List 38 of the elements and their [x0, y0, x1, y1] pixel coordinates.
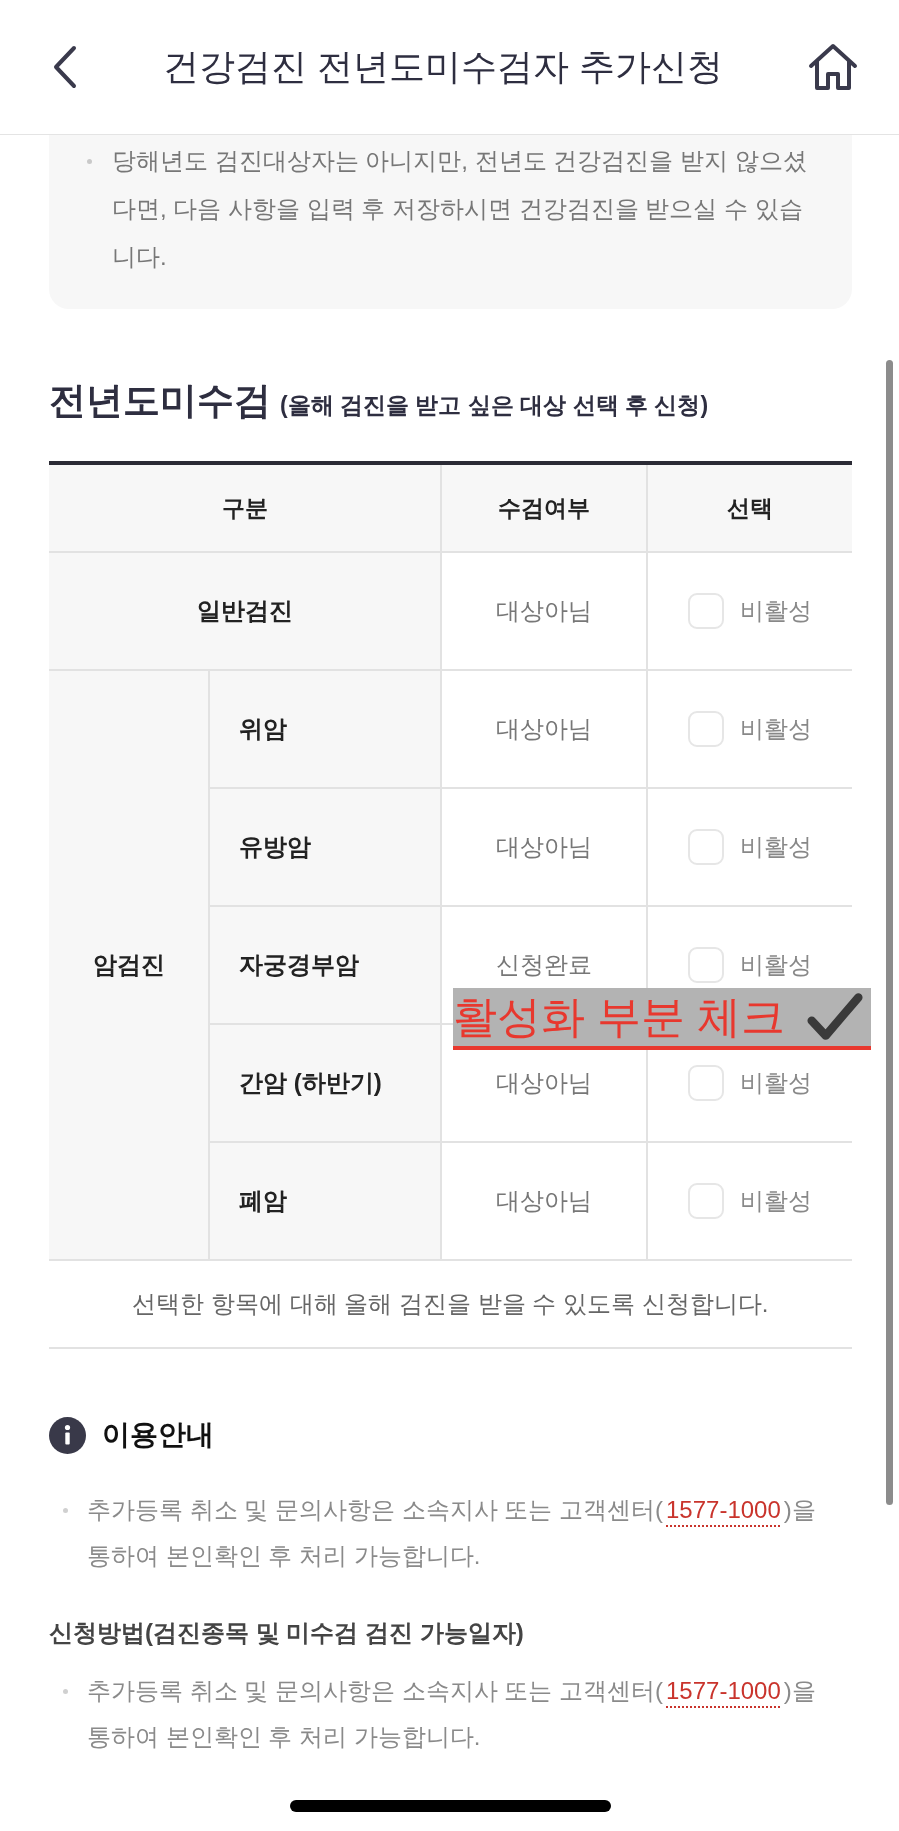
subcategory-cell: 폐암: [209, 1142, 441, 1260]
table-note: 선택한 항목에 대해 올해 검진을 받을 수 있도록 신청합니다.: [49, 1261, 852, 1349]
subcategory-cell: 자궁경부암: [209, 906, 441, 1024]
subcategory-cell: 간암 (하반기): [209, 1024, 441, 1142]
checkbox-label: 비활성: [740, 1068, 812, 1098]
column-header: 수검여부: [441, 463, 647, 552]
status-cell: 대상아님: [441, 552, 647, 670]
method-title: 신청방법(검진종목 및 미수검 검진 가능일자): [49, 1618, 525, 1648]
subcategory-cell: 위암: [209, 670, 441, 788]
phone-link[interactable]: 1577-1000: [663, 1677, 784, 1704]
checkbox-label: 비활성: [740, 832, 812, 862]
check-icon: [807, 992, 863, 1042]
back-icon[interactable]: [52, 45, 78, 89]
phone-link[interactable]: 1577-1000: [663, 1496, 784, 1523]
checkbox-label: 비활성: [740, 714, 812, 744]
home-icon[interactable]: [808, 43, 858, 91]
checkbox-label: 비활성: [740, 1186, 812, 1216]
subcategory-cell: 유방암: [209, 788, 441, 906]
bullet-icon: [87, 159, 92, 164]
info-title: 이용안내: [102, 1418, 214, 1452]
checkbox-label: 비활성: [740, 950, 812, 980]
category-cell: 암검진: [49, 670, 209, 1260]
category-cell: 일반검진: [49, 552, 441, 670]
section-title: 전년도미수검: [49, 379, 271, 423]
notice-text: 당해년도 검진대상자는 아니지만, 전년도 건강검진을 받지 않으셨다면, 다음 사항을 입력 후 저장하시면 건강검진을 받으실 수 있습니다.: [112, 146, 808, 272]
info-icon: [49, 1416, 86, 1454]
status-cell: 대상아님: [441, 788, 647, 906]
checkbox-label: 비활성: [740, 596, 812, 626]
info-text: 추가등록 취소 및 문의사항은 소속지사 또는 고객센터(1577-1000)을 통하여 본인확인 후 처리 가능합니다.: [87, 1495, 817, 1571]
bullet-icon: [63, 1508, 68, 1513]
status-cell: 대상아님: [441, 670, 647, 788]
column-header: 구분: [49, 463, 441, 552]
status-cell: 대상아님: [441, 1142, 647, 1260]
section-subtitle: (올해 검진을 받고 싶은 대상 선택 후 신청): [280, 391, 709, 420]
column-header: 선택: [647, 463, 852, 552]
page-title: 건강검진 전년도미수검자 추가신청: [162, 44, 724, 89]
info-text: 추가등록 취소 및 문의사항은 소속지사 또는 고객센터(1577-1000)을 통하여 본인확인 후 처리 가능합니다.: [87, 1676, 817, 1752]
bullet-icon: [63, 1689, 68, 1694]
